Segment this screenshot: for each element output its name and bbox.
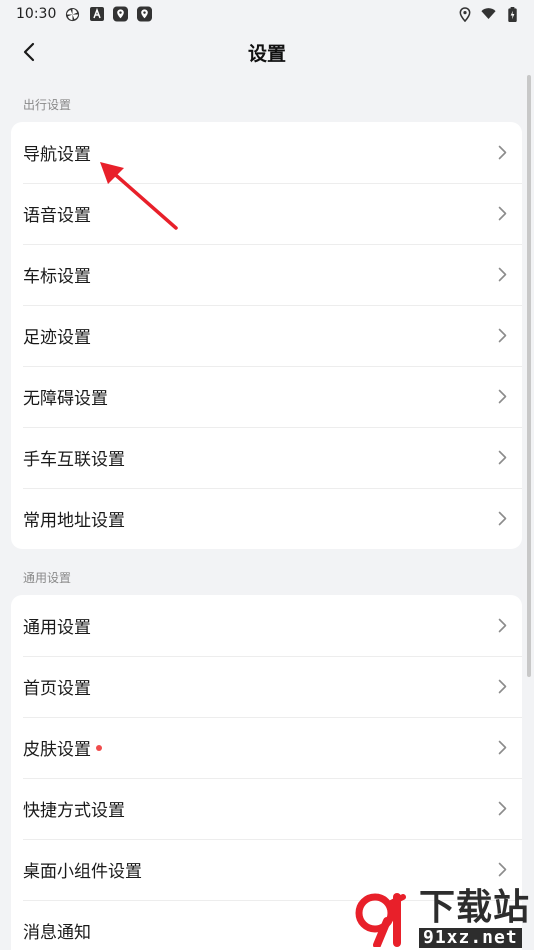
watermark-url: 91xz.net bbox=[418, 928, 522, 948]
watermark: 下载站 91xz.net bbox=[353, 890, 530, 948]
row-label: 导航设置 bbox=[23, 145, 91, 165]
row-label: 快捷方式设置 bbox=[23, 801, 125, 821]
row-frequent-address-settings[interactable]: 常用地址设置 bbox=[11, 488, 522, 549]
chevron-right-icon bbox=[496, 510, 508, 528]
battery-icon bbox=[505, 6, 520, 22]
travel-settings-card: 导航设置 语音设置 车标设置 足迹设置 无障碍设置 手车互联设置 常用地址设置 bbox=[11, 122, 522, 549]
chevron-right-icon bbox=[496, 739, 508, 757]
row-footprint-settings[interactable]: 足迹设置 bbox=[11, 305, 522, 366]
location-icon bbox=[457, 6, 472, 22]
status-bar: 10:30 bbox=[0, 0, 534, 28]
map-pin-app-icon-2 bbox=[137, 6, 153, 22]
row-phone-car-link-settings[interactable]: 手车互联设置 bbox=[11, 427, 522, 488]
chevron-right-icon bbox=[496, 861, 508, 879]
row-label: 常用地址设置 bbox=[23, 511, 125, 531]
row-voice-settings[interactable]: 语音设置 bbox=[11, 183, 522, 244]
map-pin-app-icon bbox=[113, 6, 129, 22]
watermark-site-name: 下载站 bbox=[418, 887, 530, 928]
row-shortcut-settings[interactable]: 快捷方式设置 bbox=[11, 778, 522, 839]
chevron-left-icon bbox=[23, 42, 35, 62]
section-title-general: 通用设置 bbox=[23, 571, 72, 585]
row-label: 无障碍设置 bbox=[23, 389, 108, 409]
section-title-travel: 出行设置 bbox=[23, 98, 72, 112]
page-title: 设置 bbox=[247, 42, 286, 65]
chevron-right-icon bbox=[496, 388, 508, 406]
row-label: 桌面小组件设置 bbox=[23, 862, 142, 882]
watermark-logo-icon bbox=[355, 893, 406, 947]
back-button[interactable] bbox=[14, 38, 44, 66]
row-label: 消息通知 bbox=[23, 923, 91, 943]
status-right bbox=[457, 6, 520, 22]
app-a-icon bbox=[89, 7, 104, 22]
new-badge-dot bbox=[96, 744, 102, 751]
row-label: 足迹设置 bbox=[23, 328, 91, 348]
row-label: 语音设置 bbox=[23, 206, 91, 226]
row-label: 首页设置 bbox=[23, 679, 91, 699]
chevron-right-icon bbox=[496, 800, 508, 818]
pinwheel-icon bbox=[65, 7, 80, 22]
row-label: 通用设置 bbox=[23, 618, 91, 638]
header: 设置 bbox=[0, 28, 534, 76]
scrollbar[interactable] bbox=[527, 75, 531, 677]
row-label: 皮肤设置 bbox=[23, 740, 91, 760]
chevron-right-icon bbox=[496, 327, 508, 345]
chevron-right-icon bbox=[496, 449, 508, 467]
row-label-with-badge: 皮肤设置 bbox=[23, 735, 102, 760]
chevron-right-icon bbox=[496, 266, 508, 284]
chevron-right-icon bbox=[496, 144, 508, 162]
chevron-right-icon bbox=[496, 678, 508, 696]
chevron-right-icon bbox=[496, 205, 508, 223]
chevron-right-icon bbox=[496, 617, 508, 635]
row-home-settings[interactable]: 首页设置 bbox=[11, 656, 522, 717]
row-navigation-settings[interactable]: 导航设置 bbox=[11, 122, 522, 183]
status-time: 10:30 bbox=[16, 6, 57, 22]
watermark-text: 下载站 91xz.net bbox=[418, 887, 530, 948]
status-left: 10:30 bbox=[16, 6, 153, 22]
row-label: 车标设置 bbox=[23, 267, 91, 287]
row-general-settings[interactable]: 通用设置 bbox=[11, 595, 522, 656]
row-accessibility-settings[interactable]: 无障碍设置 bbox=[11, 366, 522, 427]
row-label: 手车互联设置 bbox=[23, 450, 125, 470]
row-skin-settings[interactable]: 皮肤设置 bbox=[11, 717, 522, 778]
wifi-icon bbox=[481, 7, 496, 22]
row-vehicle-icon-settings[interactable]: 车标设置 bbox=[11, 244, 522, 305]
